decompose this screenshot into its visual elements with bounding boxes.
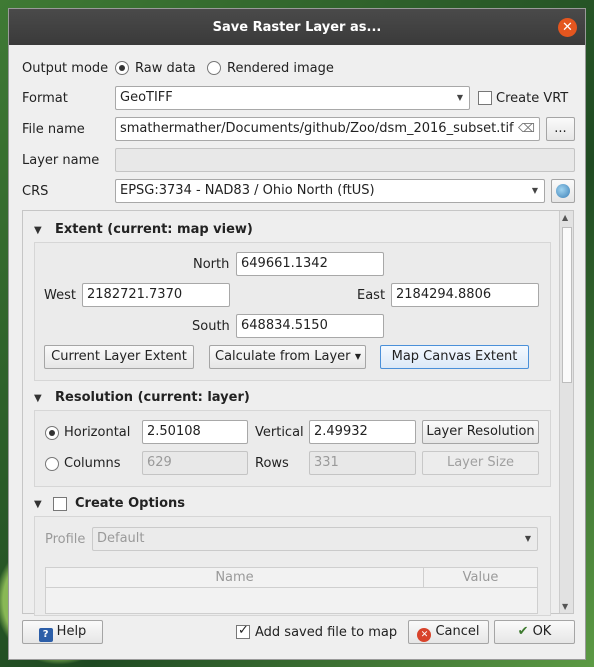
horizontal-input[interactable]: 2.50108 xyxy=(142,420,248,444)
scroll-thumb[interactable] xyxy=(562,227,572,383)
extent-title[interactable]: Extent (current: map view) xyxy=(55,222,253,237)
ok-label: OK xyxy=(532,624,552,639)
collapse-extent-icon[interactable]: ▼ xyxy=(34,225,42,236)
east-input[interactable]: 2184294.8806 xyxy=(391,283,539,307)
help-button[interactable]: ? Help xyxy=(22,620,103,644)
calculate-from-layer-label: Calculate from Layer xyxy=(215,349,351,364)
ok-icon: ✔ xyxy=(517,624,529,639)
columns-input[interactable]: 629 xyxy=(142,451,248,475)
crs-selector-button[interactable] xyxy=(551,179,575,203)
south-label: South xyxy=(192,319,230,334)
add-to-map-label: Add saved file to map xyxy=(255,625,398,640)
cancel-icon: ✕ xyxy=(417,628,432,642)
clear-icon[interactable]: ⌫ xyxy=(518,121,535,135)
dialog-titlebar: Save Raster Layer as... ✕ xyxy=(9,9,585,45)
rendered-image-label: Rendered image xyxy=(227,61,334,76)
rows-label: Rows xyxy=(255,456,289,471)
raw-data-label: Raw data xyxy=(135,61,196,76)
current-layer-extent-button[interactable]: Current Layer Extent xyxy=(44,345,194,369)
chevron-down-icon: ▼ xyxy=(456,93,463,102)
create-vrt-label: Create VRT xyxy=(496,91,569,106)
south-input[interactable]: 648834.5150 xyxy=(236,314,384,338)
horizontal-label: Horizontal xyxy=(64,425,131,440)
rendered-image-radio[interactable] xyxy=(207,61,221,75)
cancel-label: Cancel xyxy=(435,624,480,639)
create-options-checkbox[interactable] xyxy=(53,497,67,511)
west-label: West xyxy=(44,288,76,303)
resolution-title[interactable]: Resolution (current: layer) xyxy=(55,390,250,405)
layer-resolution-button[interactable]: Layer Resolution xyxy=(422,420,539,444)
dialog-title: Save Raster Layer as... xyxy=(212,19,382,35)
format-label: Format xyxy=(22,91,68,106)
file-name-value: smathermather/Documents/github/Zoo/dsm_2… xyxy=(120,121,514,136)
scroll-up-icon[interactable]: ▲ xyxy=(562,213,568,222)
layer-name-input[interactable] xyxy=(115,148,575,172)
file-name-label: File name xyxy=(22,122,85,137)
crs-label: CRS xyxy=(22,184,49,199)
vertical-label: Vertical xyxy=(255,425,304,440)
collapse-create-options-icon[interactable]: ▼ xyxy=(34,499,42,510)
help-icon: ? xyxy=(38,628,53,642)
browse-button[interactable]: ... xyxy=(546,117,575,141)
add-to-map-checkbox[interactable] xyxy=(236,623,250,639)
crs-select[interactable]: EPSG:3734 - NAD83 / Ohio North (ftUS) ▼ xyxy=(115,179,545,203)
vertical-input[interactable]: 2.49932 xyxy=(309,420,416,444)
profile-label: Profile xyxy=(45,532,86,547)
options-table[interactable]: Name Value xyxy=(45,567,538,614)
chevron-down-icon: ▼ xyxy=(524,534,531,543)
columns-label: Columns xyxy=(64,456,121,471)
horizontal-radio[interactable] xyxy=(45,426,59,440)
profile-select[interactable]: Default ▼ xyxy=(92,527,538,551)
east-label: East xyxy=(357,288,386,303)
calculate-from-layer-button[interactable]: Calculate from Layer ▼ xyxy=(209,345,366,369)
west-input[interactable]: 2182721.7370 xyxy=(82,283,230,307)
collapse-resolution-icon[interactable]: ▼ xyxy=(34,393,42,404)
chevron-down-icon: ▼ xyxy=(531,186,538,195)
create-options-title[interactable]: Create Options xyxy=(75,496,185,511)
map-canvas-extent-button[interactable]: Map Canvas Extent xyxy=(380,345,529,369)
format-select[interactable]: GeoTIFF ▼ xyxy=(115,86,470,110)
layer-name-label: Layer name xyxy=(22,153,100,168)
table-header-value: Value xyxy=(424,568,537,588)
columns-radio[interactable] xyxy=(45,457,59,471)
north-input[interactable]: 649661.1342 xyxy=(236,252,384,276)
file-name-input[interactable]: smathermather/Documents/github/Zoo/dsm_2… xyxy=(115,117,540,141)
rows-input[interactable]: 331 xyxy=(309,451,416,475)
profile-value: Default xyxy=(97,531,145,546)
create-vrt-checkbox[interactable] xyxy=(478,91,492,105)
crs-value: EPSG:3734 - NAD83 / Ohio North (ftUS) xyxy=(120,183,375,198)
ok-button[interactable]: ✔ OK xyxy=(494,620,575,644)
format-value: GeoTIFF xyxy=(120,90,173,105)
vertical-scrollbar[interactable]: ▲ ▼ xyxy=(559,211,573,613)
scroll-down-icon[interactable]: ▼ xyxy=(562,602,568,611)
output-mode-label: Output mode xyxy=(22,61,109,76)
chevron-down-icon: ▼ xyxy=(354,352,361,361)
table-header-name: Name xyxy=(46,568,424,588)
globe-icon xyxy=(556,184,570,198)
raw-data-radio[interactable] xyxy=(115,61,129,75)
close-icon[interactable]: ✕ xyxy=(558,18,577,37)
north-label: North xyxy=(193,257,230,272)
layer-size-button[interactable]: Layer Size xyxy=(422,451,539,475)
cancel-button[interactable]: ✕ Cancel xyxy=(408,620,489,644)
help-label: Help xyxy=(56,624,87,639)
